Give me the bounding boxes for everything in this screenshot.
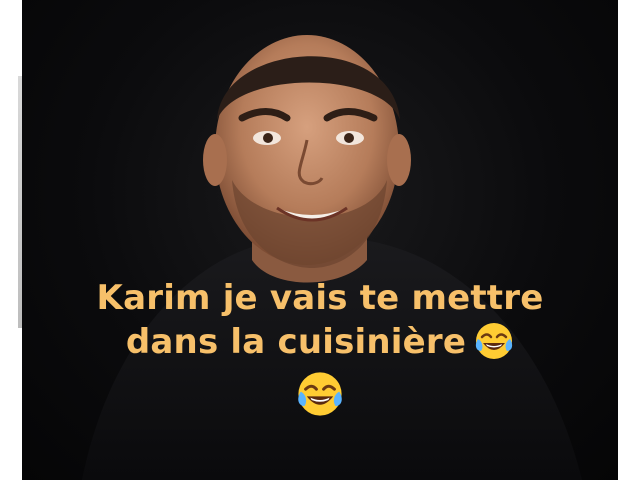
image-frame: Karim je vais te mettre dans la cuisiniè… xyxy=(0,0,640,480)
meme-caption: Karim je vais te mettre dans la cuisiniè… xyxy=(0,276,640,418)
caption-line-1: Karim je vais te mettre xyxy=(96,278,544,318)
tears-of-joy-icon xyxy=(474,321,514,361)
caption-line-2: dans la cuisinière xyxy=(125,322,467,362)
tears-of-joy-icon xyxy=(296,370,344,418)
caption-line-2-wrap: dans la cuisinière xyxy=(0,320,640,364)
